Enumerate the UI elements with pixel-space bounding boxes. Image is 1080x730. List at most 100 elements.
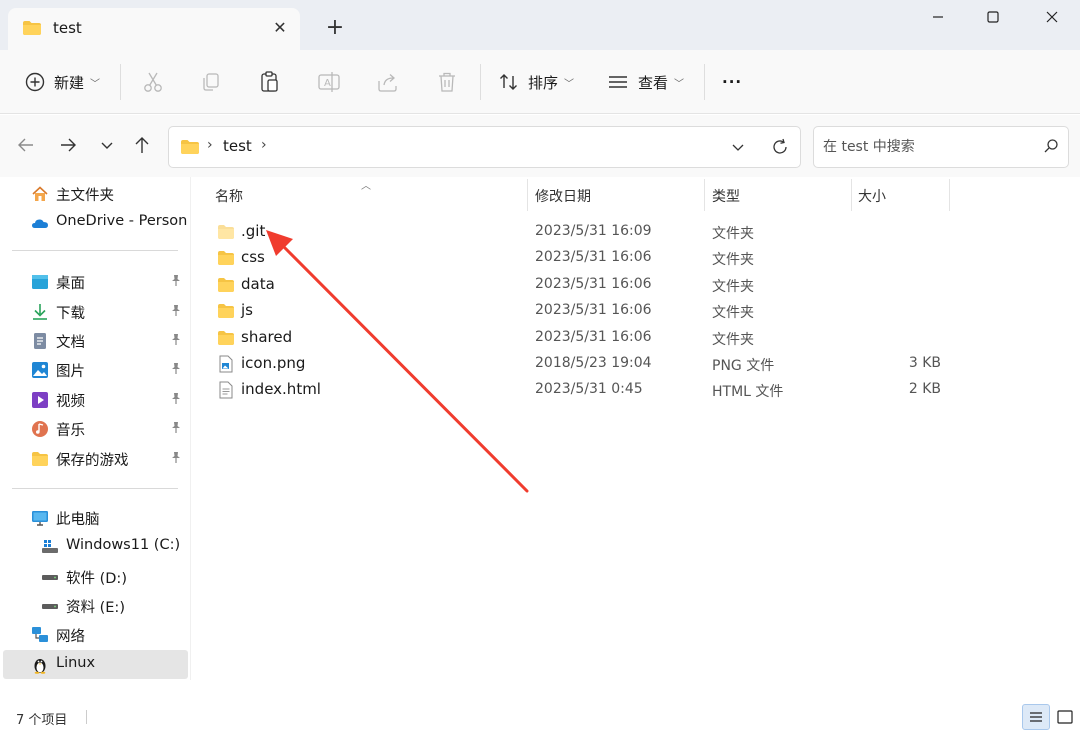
tab-test[interactable]: test ✕ — [8, 8, 300, 50]
folder-icon — [218, 331, 234, 345]
file-name: shared — [241, 328, 293, 346]
hidden-folder-icon — [218, 225, 234, 239]
file-type: PNG 文件 — [712, 358, 775, 374]
sidebar-item-network[interactable]: 网络 — [3, 620, 188, 649]
sidebar-item-saved-games[interactable]: 保存的游戏 — [3, 444, 188, 473]
new-label: 新建 — [54, 73, 85, 92]
navigation-pane: 主文件夹 OneDrive - Personal 桌面 下载 文档 图片 视频 … — [0, 177, 190, 680]
file-modified: 2023/5/31 16:06 — [535, 329, 652, 345]
image-file-icon — [219, 355, 233, 373]
breadcrumb-item-test[interactable]: test — [223, 137, 252, 155]
file-row[interactable]: icon.png 2018/5/23 19:04 PNG 文件 3 KB — [191, 351, 1080, 377]
network-icon — [32, 627, 48, 642]
file-row[interactable]: css 2023/5/31 16:06 文件夹 — [191, 245, 1080, 271]
sidebar-item-pictures[interactable]: 图片 — [3, 355, 188, 384]
recent-locations-button[interactable] — [95, 133, 119, 157]
breadcrumb-separator-icon[interactable]: › — [207, 137, 213, 153]
status-divider — [86, 710, 87, 724]
column-divider[interactable] — [851, 179, 852, 211]
pin-icon[interactable] — [169, 361, 183, 375]
delete-icon[interactable] — [434, 69, 460, 95]
file-row[interactable]: index.html 2023/5/31 0:45 HTML 文件 2 KB — [191, 377, 1080, 403]
paste-icon[interactable] — [257, 69, 283, 95]
rename-icon[interactable]: A — [316, 69, 342, 95]
sidebar-item-videos[interactable]: 视频 — [3, 385, 188, 414]
pin-icon[interactable] — [169, 391, 183, 405]
column-header-size[interactable]: 大小 — [858, 186, 886, 206]
close-icon — [1046, 11, 1058, 23]
sidebar-item-drive-d[interactable]: 软件 (D:) — [3, 562, 188, 591]
file-name: index.html — [241, 380, 321, 398]
maximize-button[interactable] — [979, 6, 1007, 28]
pin-icon[interactable] — [169, 450, 183, 464]
close-tab-icon[interactable]: ✕ — [268, 16, 292, 40]
file-modified: 2023/5/31 16:06 — [535, 276, 652, 292]
sidebar-item-onedrive[interactable]: OneDrive - Personal — [3, 208, 188, 237]
folder-icon — [32, 452, 48, 466]
file-row[interactable]: data 2023/5/31 16:06 文件夹 — [191, 272, 1080, 298]
close-window-button[interactable] — [1038, 6, 1066, 28]
sidebar-item-documents[interactable]: 文档 — [3, 326, 188, 355]
address-history-chevron-icon[interactable] — [729, 138, 747, 156]
new-tab-button[interactable]: + — [322, 16, 348, 42]
sidebar-item-desktop[interactable]: 桌面 — [3, 267, 188, 296]
file-modified: 2023/5/31 16:06 — [535, 249, 652, 265]
file-row[interactable]: js 2023/5/31 16:06 文件夹 — [191, 298, 1080, 324]
share-icon[interactable] — [375, 69, 401, 95]
column-divider[interactable] — [527, 179, 528, 211]
view-label: 查看 — [638, 73, 669, 92]
column-header-modified[interactable]: 修改日期 — [535, 186, 591, 206]
back-button[interactable] — [14, 133, 38, 157]
sidebar-item-linux[interactable]: Linux — [3, 650, 188, 679]
file-modified: 2018/5/23 19:04 — [535, 355, 652, 371]
search-icon[interactable] — [1043, 138, 1059, 154]
breadcrumb-separator-icon[interactable]: › — [261, 137, 267, 153]
minimize-button[interactable] — [924, 6, 952, 28]
refresh-icon[interactable] — [770, 137, 790, 157]
drive-icon — [42, 604, 58, 609]
column-header-name[interactable]: 名称 — [215, 186, 243, 206]
file-modified: 2023/5/31 0:45 — [535, 381, 643, 397]
pin-icon[interactable] — [169, 420, 183, 434]
address-box[interactable]: › test › — [168, 126, 801, 168]
sort-icon — [500, 74, 517, 90]
file-row[interactable]: shared 2023/5/31 16:06 文件夹 — [191, 325, 1080, 351]
file-name: .git — [241, 222, 266, 240]
divider — [704, 64, 705, 100]
search-input[interactable] — [823, 136, 1033, 158]
large-icons-view-icon — [1057, 710, 1073, 724]
chevron-down-icon: ﹀ — [674, 78, 685, 90]
sidebar-item-label: 资料 (E:) — [66, 600, 125, 616]
folder-icon — [180, 139, 200, 159]
large-icons-view-button[interactable] — [1052, 704, 1078, 730]
file-name: css — [241, 248, 265, 266]
item-count: 7 个项目 — [16, 713, 68, 728]
videos-icon — [32, 392, 48, 408]
new-button[interactable]: 新建 ﹀ — [24, 68, 100, 96]
up-button[interactable] — [130, 133, 154, 157]
more-options-button[interactable]: ··· — [722, 68, 742, 96]
copy-icon[interactable] — [198, 69, 224, 95]
pin-icon[interactable] — [169, 273, 183, 287]
sidebar-item-drive-c[interactable]: Windows11 (C:) — [3, 532, 188, 561]
column-header-type[interactable]: 类型 — [712, 186, 740, 206]
sidebar-item-home[interactable]: 主文件夹 — [3, 179, 188, 208]
forward-button[interactable] — [56, 133, 80, 157]
column-divider[interactable] — [704, 179, 705, 211]
view-button[interactable]: 查看 ﹀ — [607, 68, 684, 96]
sidebar-item-downloads[interactable]: 下载 — [3, 297, 188, 326]
sidebar-item-this-pc[interactable]: 此电脑 — [3, 503, 188, 532]
file-row[interactable]: .git 2023/5/31 16:09 文件夹 — [191, 219, 1080, 245]
chevron-down-icon — [101, 142, 113, 149]
details-view-button[interactable] — [1022, 704, 1050, 730]
sort-button[interactable]: 排序 ﹀ — [498, 68, 574, 96]
sidebar-item-drive-e[interactable]: 资料 (E:) — [3, 591, 188, 620]
column-divider[interactable] — [949, 179, 950, 211]
search-box[interactable] — [813, 126, 1069, 168]
cut-icon[interactable] — [140, 69, 166, 95]
pin-icon[interactable] — [169, 303, 183, 317]
sidebar-item-label: 网络 — [56, 629, 85, 645]
pin-icon[interactable] — [169, 332, 183, 346]
sidebar-item-music[interactable]: 音乐 — [3, 414, 188, 443]
drive-icon — [42, 575, 58, 580]
